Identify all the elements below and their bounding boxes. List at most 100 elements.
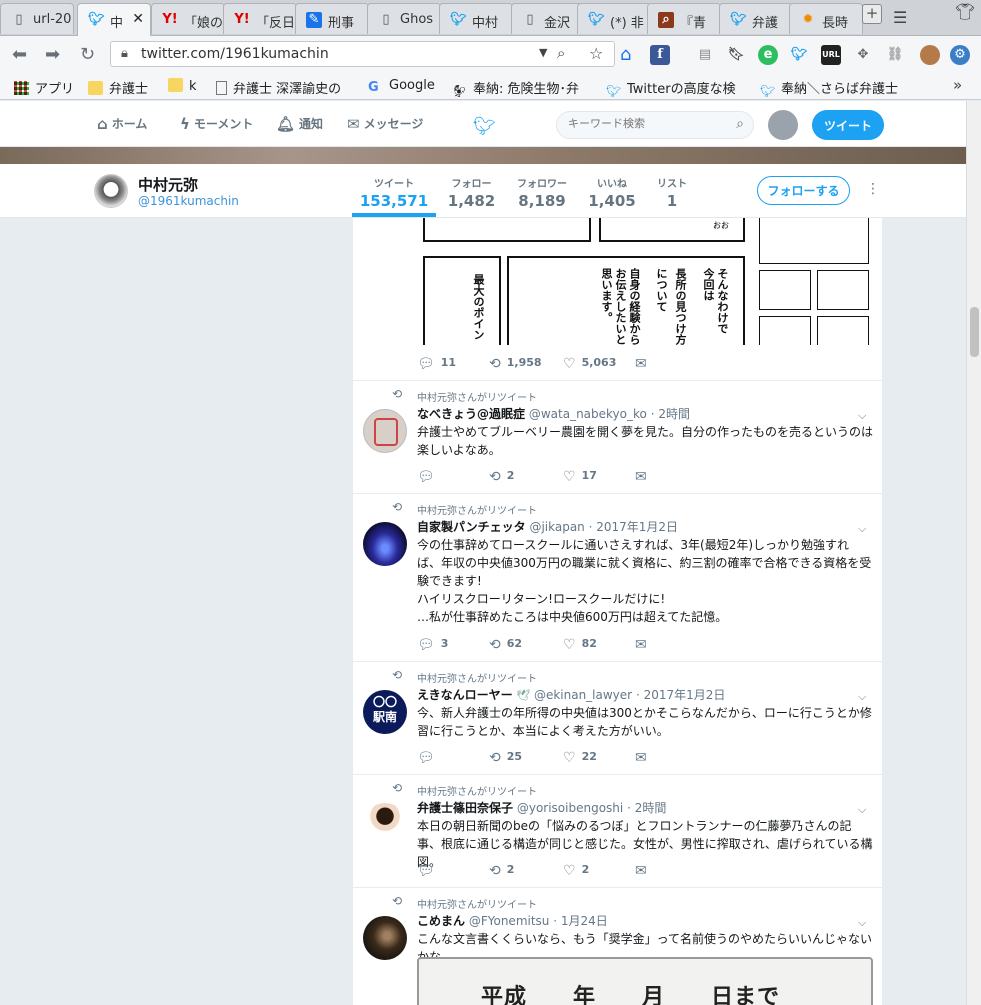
reply-button[interactable]: 💬︎ 11	[417, 356, 456, 372]
link-icon[interactable]: ⛓︎	[885, 45, 905, 65]
nav-moments[interactable]: ϟ モーメント	[180, 115, 253, 133]
tab-12[interactable]: ✹ 長時	[789, 3, 863, 34]
tweet-time[interactable]: · 2時間	[651, 407, 690, 421]
tweet-item[interactable]: ⟲ 中村元弥さんがリツイート 自家製パンチェッタ @jikapan · 2017年…	[353, 493, 882, 661]
reply-button[interactable]: 💬︎	[417, 469, 441, 485]
stat-followers[interactable]: フォロワー 8,189	[512, 175, 572, 210]
new-tab-button[interactable]: +	[862, 4, 882, 24]
account-avatar[interactable]	[768, 110, 798, 140]
tweet-media-image[interactable]: おお 最大のポイン そんなわけで 今回は 長所の見つけ方 について 自身の経験か…	[423, 218, 871, 345]
author-handle[interactable]: @jikapan	[529, 520, 584, 534]
bookmark-twitter-search[interactable]: 🐦︎ Twitterの高度な検	[606, 78, 736, 98]
chevron-down-icon[interactable]: ⌵	[858, 690, 866, 704]
tweet-item[interactable]: ⟲ 中村元弥さんがリツイート 弁護士篠田奈保子 @yorisoibengoshi …	[353, 774, 882, 887]
bookmark-folder[interactable]: 弁護士	[88, 78, 148, 97]
profile-avatar[interactable]	[94, 174, 128, 208]
nav-home[interactable]: ⌂ ホーム	[97, 115, 147, 133]
chevron-double-right-icon[interactable]: »	[953, 76, 962, 94]
stat-likes[interactable]: いいね 1,405	[586, 175, 638, 210]
reply-button[interactable]: 💬︎	[417, 863, 441, 879]
reload-icon[interactable]: ↻	[80, 44, 95, 65]
tab-10[interactable]: ⌕ 『青	[647, 3, 721, 34]
stat-following[interactable]: フォロー 1,482	[444, 175, 499, 210]
nav-notifications[interactable]: 🔔︎ 通知	[276, 115, 323, 133]
tab-1[interactable]: ▯ url-20	[0, 3, 74, 34]
tweet-item[interactable]: ⟲ 中村元弥さんがリツイート 〇〇 駅南 えきなんローヤー 🕊︎ @ekinan_…	[353, 661, 882, 774]
bookmark-star-icon[interactable]: ☆	[589, 44, 603, 63]
like-button[interactable]: ♡ 17	[563, 469, 597, 485]
chevron-down-icon[interactable]: ⌵	[858, 522, 866, 536]
avatar[interactable]	[363, 409, 407, 453]
retweet-button[interactable]: ⟲ 25	[489, 750, 522, 766]
tweet-item[interactable]: ⟲ 中村元弥さんがリツイート こめまん @FYonemitsu · 1月24日 ⌵…	[353, 887, 882, 1005]
chevron-down-icon[interactable]: ⌵	[858, 803, 866, 817]
bookmark-page[interactable]: 弁護士 深澤諭史の	[216, 78, 341, 97]
globe-icon[interactable]: ⚙︎	[950, 45, 970, 65]
bookmark-folder[interactable]: k	[168, 78, 197, 94]
avatar[interactable]: 〇〇 駅南	[363, 690, 407, 734]
url-input[interactable]	[141, 45, 531, 63]
evernote-icon[interactable]: e	[758, 45, 778, 65]
dm-button[interactable]: ✉	[635, 637, 653, 653]
avatar[interactable]	[363, 803, 407, 847]
follow-button[interactable]: フォローする	[757, 176, 850, 205]
address-bar[interactable]: 🔒︎ ▼ ⌕ ☆	[110, 41, 615, 67]
author-name[interactable]: えきなんローヤー	[417, 688, 513, 702]
like-button[interactable]: ♡ 2	[563, 863, 589, 879]
author-handle[interactable]: @yorisoibengoshi	[517, 801, 623, 815]
tab-3[interactable]: Y! 「娘の	[151, 3, 225, 34]
reply-button[interactable]: 💬︎ 3	[417, 637, 448, 653]
tweet-time[interactable]: · 1月24日	[553, 914, 608, 928]
retweet-button[interactable]: ⟲ 62	[489, 637, 522, 653]
profile-handle[interactable]: @1961kumachin	[138, 194, 239, 208]
more-vertical-icon[interactable]: ⋮	[866, 181, 880, 197]
bookmark-apps[interactable]: アプリ	[14, 78, 74, 97]
tweet-button[interactable]: ツイート	[812, 110, 884, 140]
twitter-logo-icon[interactable]: 🐦︎	[473, 116, 496, 137]
nav-messages[interactable]: ✉ メッセージ	[347, 115, 423, 133]
tab-4[interactable]: Y! 「反日	[223, 3, 297, 34]
tweet-media-image[interactable]: 平成＿＿年＿＿月＿＿日まで	[417, 957, 873, 1005]
tab-11[interactable]: 🐦︎ 弁護	[719, 3, 793, 34]
tab-5[interactable]: ✎ 刑事	[295, 3, 369, 34]
dm-button[interactable]: ✉	[635, 750, 653, 766]
tweet-item[interactable]: ⟲ 中村元弥さんがリツイート なべきょう@過眠症 @wata_nabekyo_ko…	[353, 380, 882, 493]
stat-lists[interactable]: リスト 1	[652, 175, 692, 210]
scrollbar-thumb[interactable]	[970, 307, 979, 357]
facebook-icon[interactable]: f	[650, 45, 670, 65]
author-handle[interactable]: @ekinan_lawyer	[534, 688, 632, 702]
home-icon[interactable]: ⌂	[620, 44, 631, 65]
tab-9[interactable]: 🐦︎ (*) 非	[577, 3, 651, 34]
tweet-time[interactable]: · 2017年1月2日	[589, 520, 678, 534]
tweet-time[interactable]: · 2時間	[627, 801, 666, 815]
bookmark-twitter[interactable]: 🐦︎ 奉納＼さらば弁護士	[760, 78, 898, 98]
tab-6[interactable]: ▯ Ghos	[367, 3, 441, 34]
author-name[interactable]: なべきょう@過眠症	[417, 407, 525, 421]
back-arrow-icon[interactable]: ⬅	[12, 44, 27, 65]
tab-7[interactable]: 🐦︎ 中村	[439, 3, 513, 34]
retweet-button[interactable]: ⟲ 2	[489, 469, 514, 485]
search-input[interactable]	[568, 117, 728, 130]
tweet-time[interactable]: · 2017年1月2日	[636, 688, 725, 702]
dm-button[interactable]: ✉	[635, 356, 653, 372]
avatar[interactable]	[363, 522, 407, 566]
search-icon[interactable]: ⌕	[736, 116, 744, 132]
search-box[interactable]: ⌕	[556, 111, 754, 139]
profile-avatar-icon[interactable]	[920, 45, 940, 65]
like-button[interactable]: ♡ 82	[563, 637, 597, 653]
chevron-down-icon[interactable]: ⌵	[858, 409, 866, 423]
stat-tweets[interactable]: ツイート 153,571	[352, 175, 436, 210]
chevron-down-icon[interactable]: ⌵	[858, 916, 866, 930]
author-handle[interactable]: @FYonemitsu	[469, 914, 550, 928]
close-tab-icon[interactable]: ✕	[132, 11, 144, 27]
twitter-bird-icon[interactable]: 🐦︎	[789, 45, 809, 65]
tab-active[interactable]: 🐦︎ 中 ✕	[77, 3, 151, 36]
dm-button[interactable]: ✉	[635, 469, 653, 485]
author-name[interactable]: こめまん	[417, 914, 465, 928]
author-name[interactable]: 弁護士篠田奈保子	[417, 801, 513, 815]
reply-button[interactable]: 💬︎	[417, 750, 441, 766]
page-scrollbar[interactable]	[966, 101, 981, 1005]
tab-list-icon[interactable]: ☰	[893, 8, 907, 27]
reader-icon[interactable]: ▤	[695, 45, 715, 65]
zoom-icon[interactable]: ⌕	[557, 44, 565, 62]
